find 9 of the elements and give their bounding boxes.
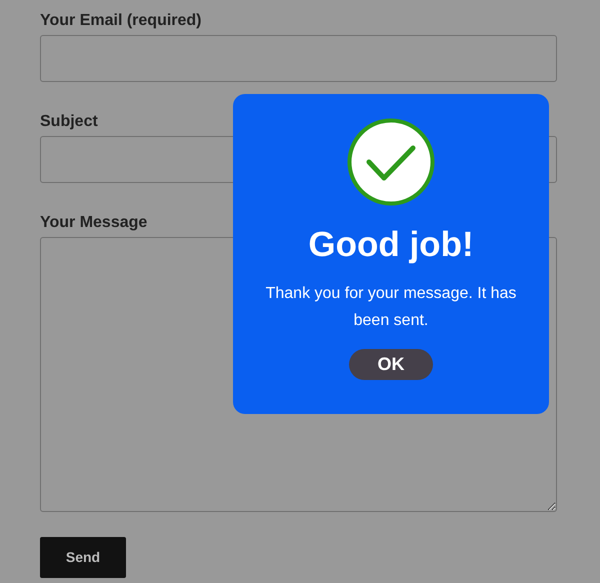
field-label: Your Email (required) xyxy=(40,11,203,31)
field-label: Your Message xyxy=(40,213,148,233)
check-icon xyxy=(347,118,435,206)
dialog-title: Good job! xyxy=(308,224,474,266)
ok-button[interactable]: OK xyxy=(349,349,433,380)
dialog-message: Thank you for your message. It has been sent. xyxy=(264,284,518,331)
field-label: Subject xyxy=(40,112,99,132)
input-field[interactable] xyxy=(40,35,557,82)
send-button[interactable]: Send xyxy=(40,537,126,578)
